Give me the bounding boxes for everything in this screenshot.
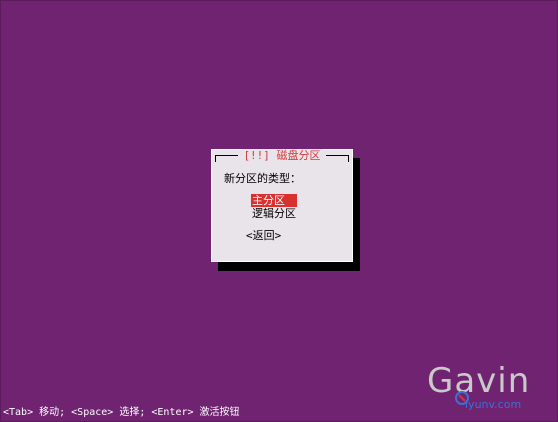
partition-type-prompt: 新分区的类型： (224, 172, 301, 185)
dialog-title-text: [!!] 磁盘分区 (242, 149, 322, 162)
partition-type-options: 主分区 逻辑分区 (251, 194, 297, 220)
watermark: Gavin iyunv.com (427, 361, 555, 417)
key-help-status-bar: <Tab> 移动; <Space> 选择; <Enter> 激活按钮 (3, 407, 240, 418)
watermark-url: iyunv.com (465, 398, 522, 411)
partition-type-dialog: [!!] 磁盘分区 新分区的类型： 主分区 逻辑分区 <返回> (211, 149, 353, 262)
watermark-text: Gavin (427, 361, 531, 401)
back-button[interactable]: <返回> (246, 229, 281, 242)
dialog-title: [!!] 磁盘分区 (212, 149, 352, 162)
option-logical-partition[interactable]: 逻辑分区 (251, 207, 297, 220)
option-primary-partition[interactable]: 主分区 (251, 194, 297, 207)
installer-screen: [!!] 磁盘分区 新分区的类型： 主分区 逻辑分区 <返回> <Tab> 移动… (0, 0, 558, 422)
